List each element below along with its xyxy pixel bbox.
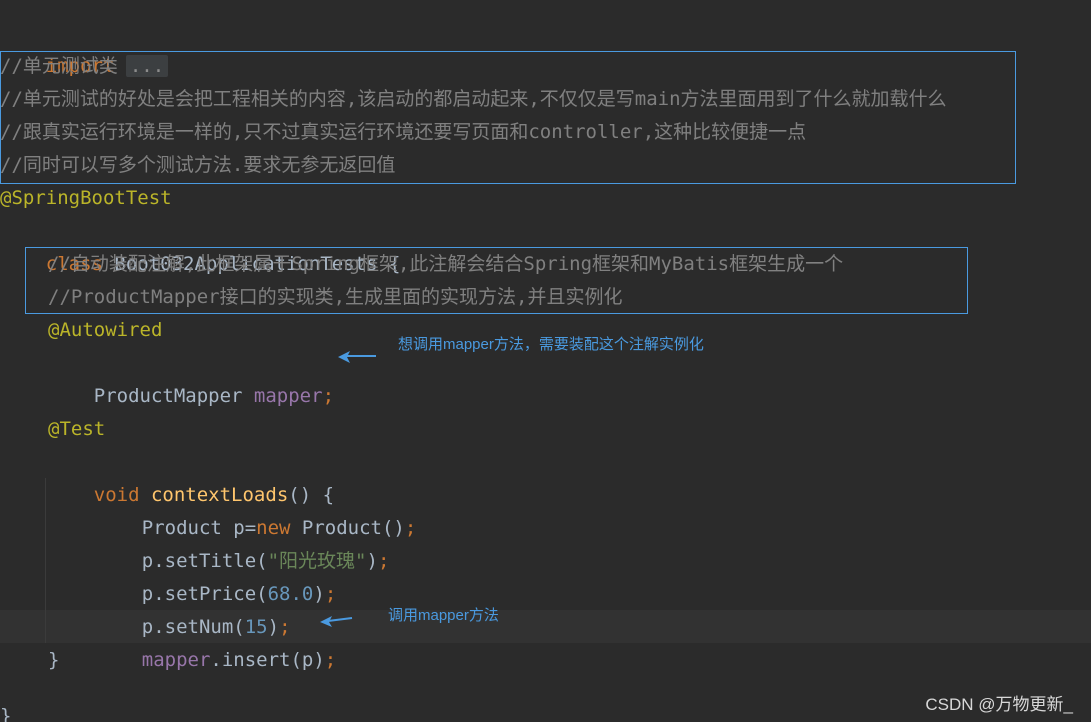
callout-insert: 调用mapper方法 [388,607,499,624]
semicolon: ; [324,649,337,671]
semicolon: ; [377,550,390,572]
field-name: mapper [253,385,323,407]
field-declaration: ProductMapper mapper; [48,347,334,407]
statement-new-product: Product p=new Product(); [96,479,417,539]
statement-text: ) [366,550,378,572]
mapper-field-ref: mapper [141,649,211,671]
watermark: CSDN @万物更新_ [925,695,1073,714]
code-editor[interactable]: import ... //单元测试类 //单元测试的好处是会把工程相关的内容,该… [0,0,1091,722]
field-comment-highlight-box [25,247,968,314]
autowired-annotation: @Autowired [48,319,163,341]
statement-set-num: p.setNum(15); [96,578,291,638]
test-annotation: @Test [48,418,106,440]
statement-set-price: p.setPrice(68.0); [96,545,337,605]
method-close-brace: } [48,649,60,671]
class-annotation: @SpringBootTest [0,187,172,209]
field-type: ProductMapper [93,385,254,407]
indent-guide [45,478,46,643]
comment-highlight-box [0,51,1016,184]
arrow-left-icon [338,351,376,363]
arrow-left-icon [320,616,353,627]
semicolon: ; [404,517,417,539]
callout-autowired: 想调用mapper方法，需要装配这个注解实例化 [398,336,704,353]
statement-set-title: p.setTitle("阳光玫瑰"); [96,512,390,572]
code-line-import[interactable]: import ... [0,17,169,77]
semicolon: ; [324,583,337,605]
statement-text: .insert(p) [210,649,325,671]
class-close-brace: } [0,705,12,722]
semicolon: ; [322,385,335,407]
class-declaration: class Boot032ApplicationTests { [0,215,401,275]
statement-mapper-insert: mapper.insert(p); [96,611,336,671]
statement-text: ) [313,583,325,605]
method-declaration: void contextLoads() { [48,446,334,506]
